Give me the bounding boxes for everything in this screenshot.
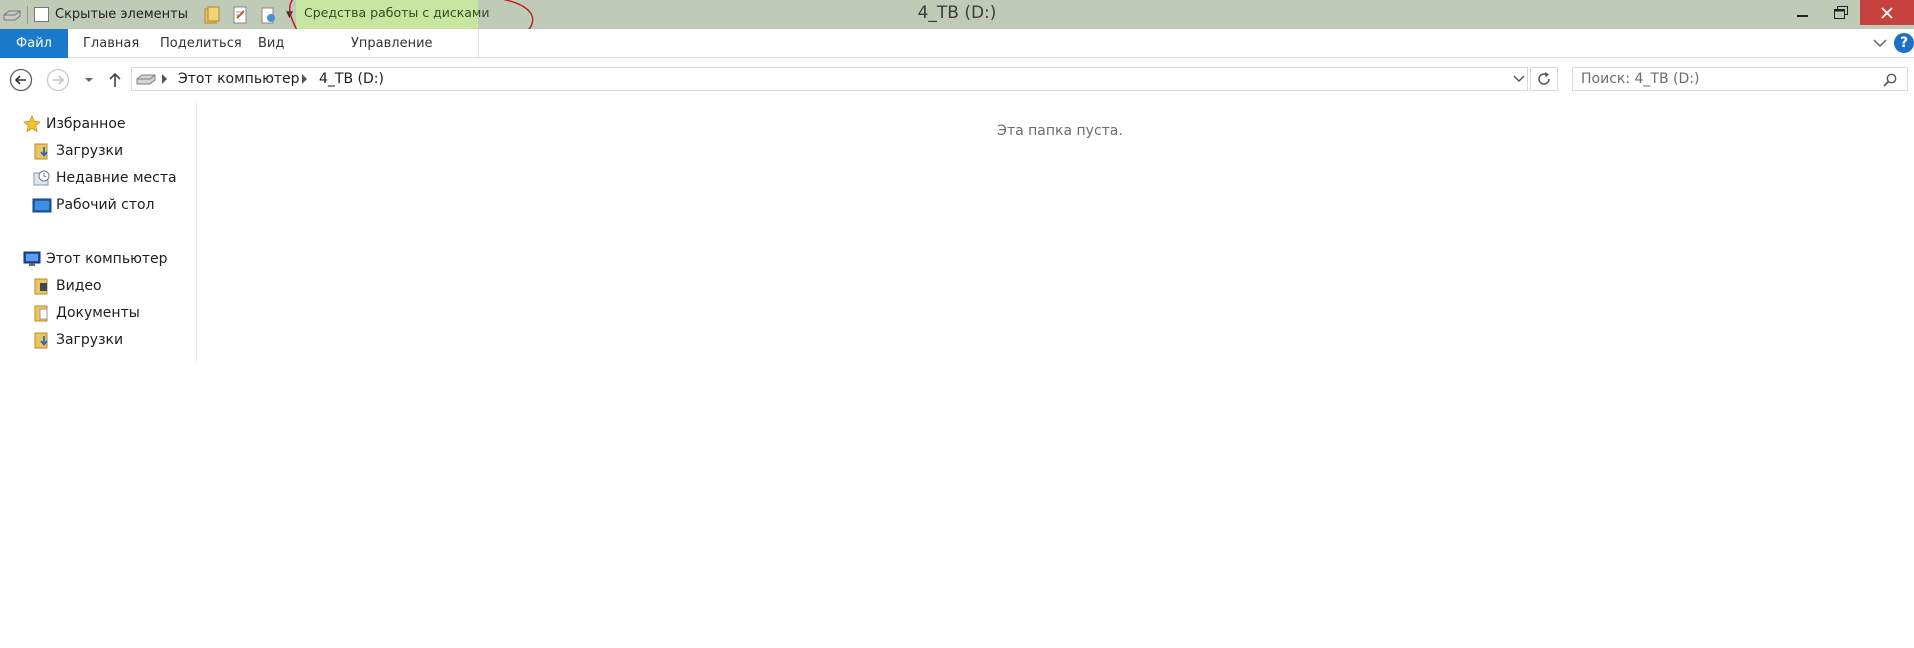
nav-item-label: Документы — [56, 305, 140, 321]
tab-manage[interactable]: Управление — [351, 36, 433, 51]
restore-button[interactable] — [1826, 0, 1856, 25]
tab-home[interactable]: Главная — [83, 36, 139, 51]
star-icon — [22, 115, 42, 133]
forward-button[interactable] — [45, 67, 71, 93]
address-dropdown-icon[interactable] — [1512, 72, 1526, 86]
help-icon[interactable]: ? — [1894, 33, 1914, 53]
nav-item-label: Загрузки — [56, 143, 124, 159]
breadcrumb-this-pc[interactable]: Этот компьютер — [178, 71, 300, 87]
back-button[interactable] — [8, 67, 34, 93]
nav-favorites-desktop[interactable]: Рабочий стол — [32, 194, 155, 216]
breadcrumb-arrow-icon[interactable] — [161, 74, 169, 84]
nav-favorites-label: Избранное — [46, 116, 126, 132]
new-item-icon[interactable] — [258, 5, 278, 25]
disk-tools-label: Средства работы с дисками — [304, 5, 490, 20]
desktop-icon — [32, 196, 52, 214]
nav-this-pc[interactable]: Этот компьютер — [22, 248, 168, 270]
nav-item-label: Видео — [56, 278, 102, 294]
ribbon-tabs: Файл Главная Поделиться Вид Управление ? — [0, 29, 1914, 58]
downloads-icon — [32, 142, 52, 160]
back-arrow-icon — [9, 68, 33, 92]
quick-access-toolbar: Скрытые элементы ▼ — [0, 0, 314, 29]
nav-item-label: Рабочий стол — [56, 197, 155, 213]
tab-file[interactable]: Файл — [0, 29, 68, 58]
breadcrumb-arrow-icon[interactable] — [301, 74, 309, 84]
close-button[interactable] — [1860, 0, 1914, 25]
folder-icon[interactable] — [202, 5, 222, 25]
navigation-pane: Избранное Загрузки Недавние места Рабочи… — [0, 103, 197, 361]
title-bar: Скрытые элементы ▼ Средства работы с дис… — [0, 0, 1914, 29]
videos-icon — [32, 277, 52, 295]
tab-share[interactable]: Поделиться — [160, 36, 242, 51]
expand-ribbon-icon[interactable] — [1872, 35, 1888, 51]
nav-favorites[interactable]: Избранное — [22, 113, 126, 135]
customize-dropdown-icon[interactable]: ▼ — [286, 10, 293, 20]
nav-favorites-downloads[interactable]: Загрузки — [32, 140, 123, 162]
search-box[interactable] — [1572, 67, 1908, 91]
navigation-bar: Этот компьютер 4_TB (D:) — [0, 59, 1914, 101]
toolbar-separator — [27, 5, 28, 24]
nav-item-label: Недавние места — [56, 170, 177, 186]
empty-folder-message: Эта папка пуста. — [997, 123, 1123, 139]
forward-arrow-icon — [46, 68, 70, 92]
chevron-down-icon — [85, 78, 93, 82]
address-bar[interactable]: Этот компьютер 4_TB (D:) — [131, 67, 1528, 91]
breadcrumb-drive[interactable]: 4_TB (D:) — [319, 71, 384, 87]
nav-pc-downloads[interactable]: Загрузки — [32, 329, 123, 351]
search-input[interactable] — [1581, 70, 1871, 88]
computer-icon — [22, 250, 42, 268]
refresh-button[interactable] — [1530, 67, 1558, 91]
documents-icon — [32, 304, 52, 322]
drive-icon — [136, 73, 156, 89]
downloads-icon — [32, 331, 52, 349]
search-icon[interactable] — [1881, 71, 1899, 89]
close-icon — [1881, 6, 1893, 19]
recent-locations-button[interactable] — [82, 67, 96, 93]
nav-favorites-recent-places[interactable]: Недавние места — [32, 167, 177, 189]
context-tab-divider — [478, 29, 479, 57]
nav-pc-videos[interactable]: Видео — [32, 275, 102, 297]
disk-tools-context-tab[interactable]: Средства работы с дисками — [296, 0, 489, 29]
properties-icon[interactable] — [230, 5, 250, 25]
recent-places-icon — [32, 169, 52, 187]
minimize-button[interactable] — [1788, 0, 1818, 25]
nav-this-pc-label: Этот компьютер — [46, 251, 168, 267]
up-button[interactable] — [104, 67, 126, 93]
hidden-items-label[interactable]: Скрытые элементы — [55, 7, 188, 22]
nav-pc-documents[interactable]: Документы — [32, 302, 140, 324]
tab-view[interactable]: Вид — [258, 36, 284, 51]
nav-item-label: Загрузки — [56, 332, 124, 348]
up-arrow-icon — [109, 72, 121, 87]
hidden-items-checkbox[interactable] — [34, 7, 49, 22]
drive-icon[interactable] — [3, 8, 21, 22]
refresh-icon — [1538, 72, 1550, 85]
